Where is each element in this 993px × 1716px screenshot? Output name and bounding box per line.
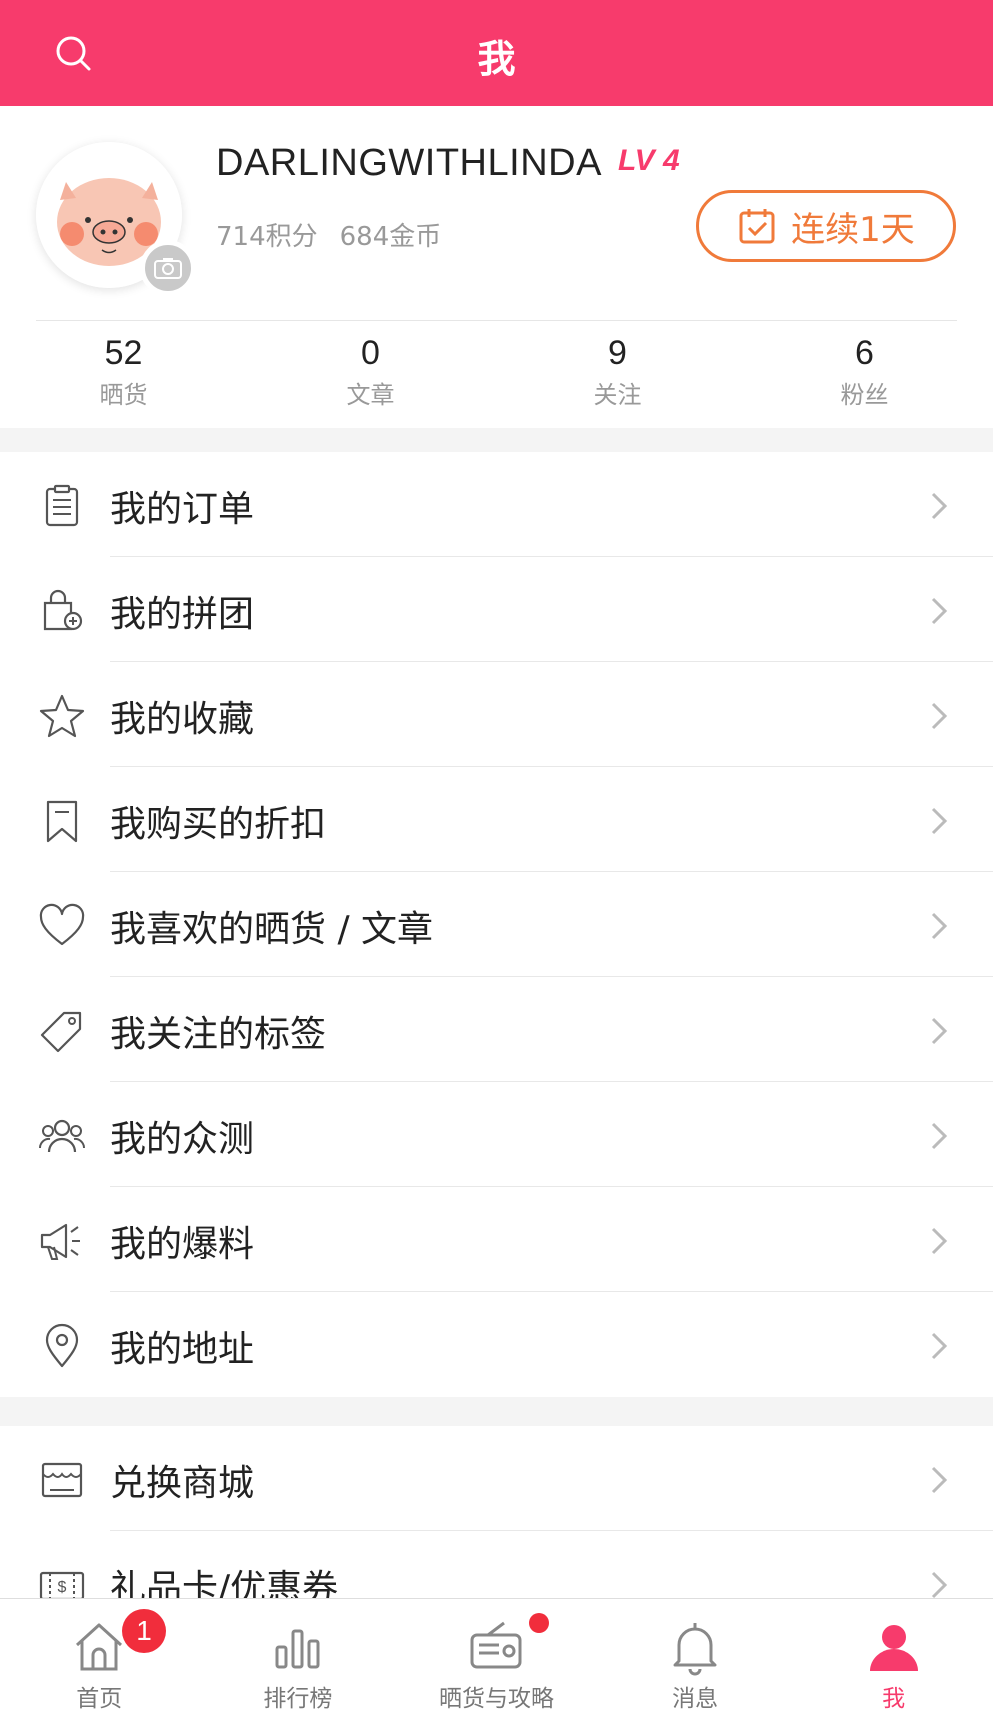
chevron-right-icon [931,1571,948,1599]
stat-label: 关注 [593,381,642,409]
tab-label: 我 [882,1686,906,1712]
menu-item-testing[interactable]: 我的众测 [0,1082,993,1187]
menu-item-favorites[interactable]: 我的收藏 [0,662,993,767]
heart-icon [39,903,85,946]
user-icon [869,1625,918,1671]
chevron-right-icon [931,492,948,520]
menu-item-address[interactable]: 我的地址 [0,1292,993,1397]
menu-item-label: 我关注的标签 [110,1014,327,1055]
chevron-right-icon [931,1227,948,1255]
chevron-right-icon [931,702,948,730]
chevron-right-icon [931,1122,948,1150]
tab-label: 首页 [76,1686,123,1712]
menu-item-discounts[interactable]: 我购买的折扣 [0,767,993,872]
new-dot-indicator [529,1613,550,1633]
stat-fans[interactable]: 6 粉丝 [741,334,988,410]
menu-item-label: 我购买的折扣 [110,804,327,845]
tag-icon [40,1011,82,1053]
bar-chart-icon [275,1629,320,1669]
star-icon [39,694,85,738]
checkin-label: 连续1天 [791,209,915,250]
stat-following[interactable]: 9 关注 [494,334,741,410]
profile-card: DARLINGWITHLINDA LV 4 714积分 684金币 连续1天 52… [0,106,993,428]
store-icon [41,1462,83,1498]
tab-posts-guides[interactable]: 晒货与攻略 [397,1599,596,1716]
calendar-check-icon [739,209,775,244]
tab-messages[interactable]: 消息 [596,1599,795,1716]
home-icon [76,1623,123,1671]
points-value: 714积分 [216,222,318,252]
megaphone-icon [40,1223,80,1260]
clipboard-icon [45,484,79,527]
menu-item-label: 我的爆料 [110,1224,255,1265]
tab-home[interactable]: 1 首页 [0,1599,199,1716]
avatar[interactable] [36,142,196,296]
menu-item-label: 我的收藏 [110,699,255,740]
menu-item-orders[interactable]: 我的订单 [0,452,993,557]
tab-label: 晒货与攻略 [438,1686,554,1712]
menu-item-label: 兑换商城 [110,1463,255,1504]
stat-articles[interactable]: 0 文章 [247,334,494,410]
menu-item-likes[interactable]: 我喜欢的晒货 / 文章 [0,872,993,977]
tab-label: 排行榜 [263,1686,333,1712]
stat-value: 52 [104,334,143,372]
bag-plus-icon [43,589,83,631]
header-bar: 我 [0,0,993,106]
notification-badge: 1 [122,1609,166,1653]
chevron-right-icon [931,1017,948,1045]
level-badge: LV 4 [618,144,680,177]
bottom-tab-bar: 1 首页 排行榜 晒货与攻略 消息 我 [0,1598,993,1716]
bookmark-icon [46,800,78,843]
menu-item-group-buy[interactable]: 我的拼团 [0,557,993,662]
checkin-button[interactable]: 连续1天 [696,190,956,262]
username: DARLINGWITHLINDA [216,142,602,184]
radio-icon [470,1621,522,1669]
menu-item-label: 我喜欢的晒货 / 文章 [110,909,434,950]
stat-value: 9 [608,334,627,372]
tab-label: 消息 [672,1686,719,1712]
menu-item-tags[interactable]: 我关注的标签 [0,977,993,1082]
stat-label: 晒货 [99,381,148,409]
people-icon [38,1119,86,1153]
menu-item-exchange-store[interactable]: 兑换商城 [0,1426,993,1531]
chevron-right-icon [931,1332,948,1360]
stat-label: 文章 [346,381,395,409]
stat-value: 6 [855,334,874,372]
menu-list: 我的订单 我的拼团 我的收藏 我购买的折扣 我喜欢的晒货 / 文章 我关注的标签… [0,452,993,1397]
location-pin-icon [45,1323,79,1368]
page-title: 我 [477,37,516,81]
menu-item-label: 我的拼团 [110,594,255,635]
stat-value: 0 [361,334,380,372]
menu-item-label: 我的众测 [110,1119,255,1160]
stat-label: 粉丝 [840,381,889,409]
chevron-right-icon [931,597,948,625]
menu-item-label: 我的订单 [110,489,255,530]
tab-rankings[interactable]: 排行榜 [199,1599,398,1716]
menu-item-label: 我的地址 [110,1329,255,1370]
chevron-right-icon [931,807,948,835]
divider [36,320,957,321]
menu-item-tips[interactable]: 我的爆料 [0,1187,993,1292]
bell-icon [673,1623,717,1676]
points-info: 714积分 684金币 [216,216,441,253]
tab-me[interactable]: 我 [794,1599,993,1716]
coins-value: 684金币 [339,222,442,252]
camera-icon[interactable] [140,240,196,296]
chevron-right-icon [931,1466,948,1494]
stats-row: 52 晒货 0 文章 9 关注 6 粉丝 [0,334,993,410]
svg-text:$: $ [58,1579,67,1596]
chevron-right-icon [931,912,948,940]
stat-posts[interactable]: 52 晒货 [0,334,247,410]
